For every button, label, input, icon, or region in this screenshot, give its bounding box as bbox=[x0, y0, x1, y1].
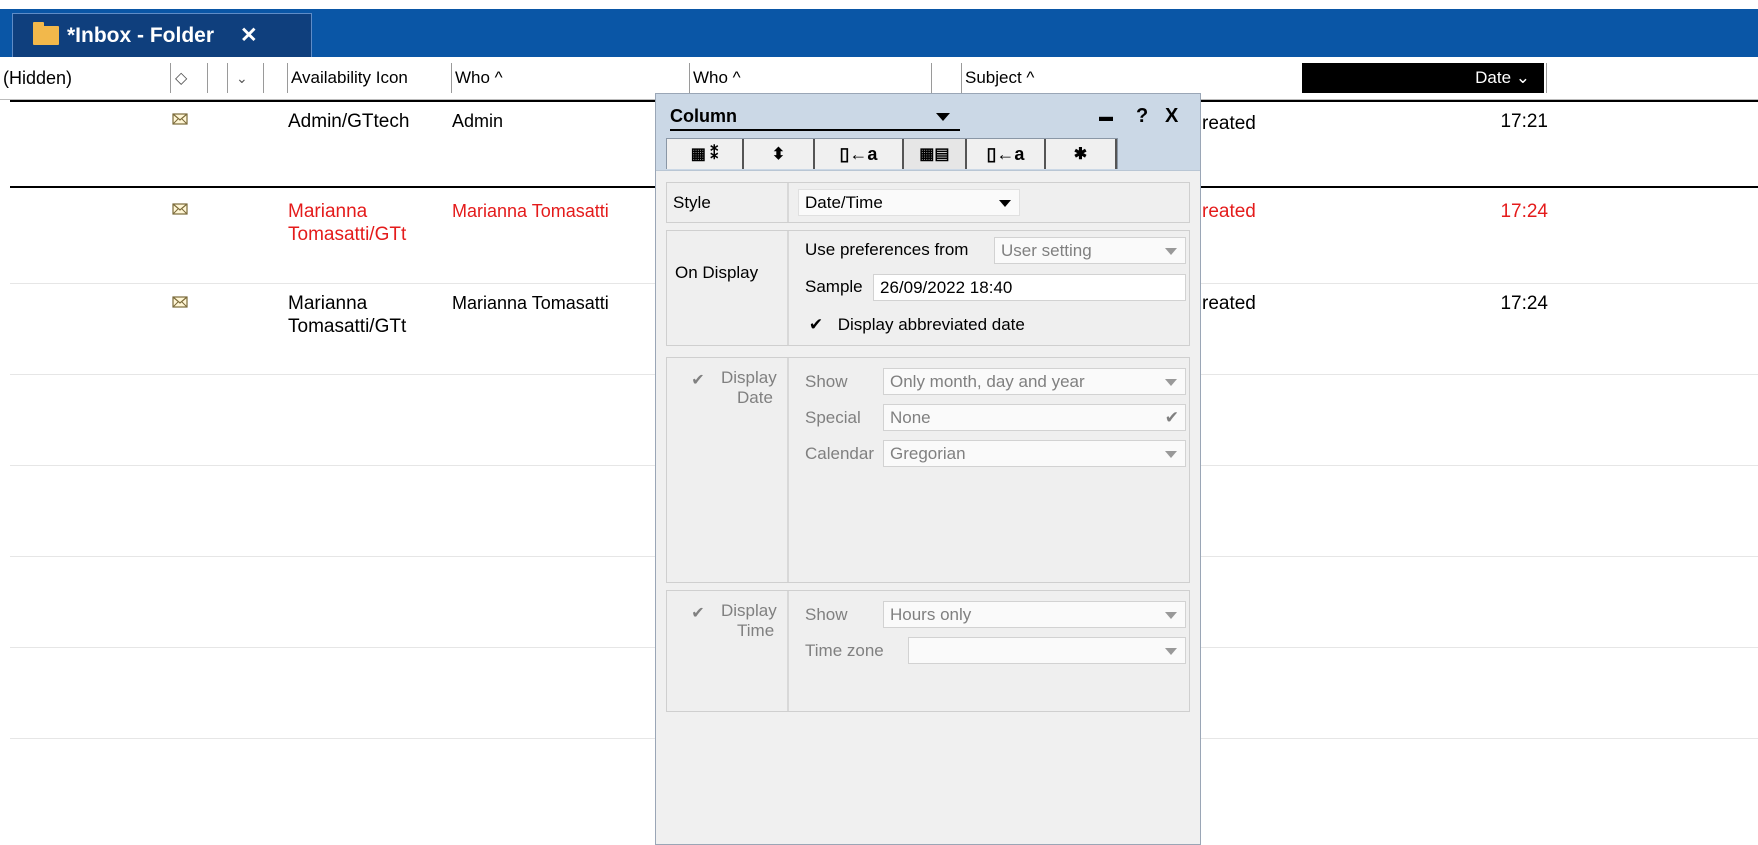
row-who-full: Admin/GTtech bbox=[288, 111, 410, 132]
envelope-icon bbox=[172, 296, 188, 308]
row-who-full: Marianna Tomasatti/GTt bbox=[288, 293, 407, 337]
row-date: 17:24 bbox=[1500, 293, 1548, 314]
chevron-down-icon bbox=[1165, 248, 1177, 255]
abbreviated-date-label: Display abbreviated date bbox=[837, 315, 1025, 334]
tab-advanced-icon[interactable]: ✱ bbox=[1046, 139, 1117, 169]
folder-icon bbox=[33, 22, 59, 45]
chevron-down-icon bbox=[1165, 612, 1177, 619]
display-time-checkbox[interactable]: ✔ bbox=[689, 603, 707, 623]
row-who-full: Marianna Tomasatti/GTt bbox=[288, 201, 407, 245]
checkmark-icon: ✔ bbox=[691, 372, 705, 389]
tab-title: *Inbox - Folder bbox=[67, 23, 214, 47]
style-label: Style bbox=[673, 193, 711, 212]
sort-icon[interactable]: ◇ bbox=[172, 57, 202, 99]
chevron-down-icon bbox=[1165, 379, 1177, 386]
special-value: None bbox=[890, 407, 931, 427]
row-subject: reated bbox=[1202, 293, 1256, 314]
special-select[interactable]: None ✔ bbox=[883, 404, 1186, 431]
envelope-icon bbox=[172, 203, 188, 215]
column-properties-dialog: Column ▬ ? X ▦ ⁑ ⬍ ▯←a ▦▤ ▯←a ✱ Style Da… bbox=[655, 93, 1201, 845]
row-subject: reated bbox=[1202, 113, 1256, 134]
column-header-date[interactable]: Date ⌄ bbox=[1302, 63, 1544, 93]
close-tab-icon[interactable]: ✕ bbox=[240, 23, 258, 48]
display-time-label-line1: Display bbox=[721, 601, 777, 620]
column-separator[interactable] bbox=[263, 63, 264, 93]
column-header-who[interactable]: Who ^ bbox=[452, 57, 682, 99]
show-time-label: Show bbox=[805, 605, 848, 624]
row-who-short: Marianna Tomasatti bbox=[452, 293, 609, 313]
envelope-icon bbox=[172, 113, 188, 125]
on-display-label-cell bbox=[667, 231, 789, 345]
show-date-label: Show bbox=[805, 372, 848, 391]
display-date-label-line1: Display bbox=[721, 368, 777, 387]
display-time-panel: ✔ Display Time Show Hours only Time zone bbox=[666, 590, 1190, 712]
row-subject: reated bbox=[1202, 201, 1256, 222]
chevron-down-icon bbox=[999, 200, 1011, 207]
show-date-select[interactable]: Only month, day and year bbox=[883, 368, 1186, 395]
tab-strip: *Inbox - Folder ✕ bbox=[0, 0, 1758, 57]
column-separator[interactable] bbox=[1546, 63, 1547, 93]
dialog-title: Column bbox=[670, 106, 737, 126]
column-separator[interactable] bbox=[207, 63, 208, 93]
calendar-label: Calendar bbox=[805, 444, 874, 463]
column-header-hidden[interactable]: (Hidden) bbox=[0, 57, 170, 99]
time-zone-label: Time zone bbox=[805, 641, 884, 660]
column-separator[interactable] bbox=[227, 63, 228, 93]
chevron-down-icon bbox=[1165, 648, 1177, 655]
display-date-checkbox[interactable]: ✔ bbox=[689, 370, 707, 390]
row-who-short: Admin bbox=[452, 111, 504, 131]
tab-sorting-icon[interactable]: ⬍ bbox=[744, 139, 816, 169]
display-date-label-line2: Date bbox=[737, 388, 773, 407]
sample-field: 26/09/2022 18:40 bbox=[873, 274, 1186, 301]
display-time-label-line2: Time bbox=[737, 621, 775, 640]
special-label: Special bbox=[805, 408, 861, 427]
chevron-down-icon bbox=[1165, 451, 1177, 458]
tab-title-font-icon[interactable]: ▯←a bbox=[967, 139, 1046, 169]
dialog-tabs: ▦ ⁑ ⬍ ▯←a ▦▤ ▯←a ✱ bbox=[666, 138, 1118, 169]
checkmark-icon: ✔ bbox=[1164, 408, 1179, 427]
tab-inbox-folder[interactable]: *Inbox - Folder ✕ bbox=[12, 13, 312, 57]
help-button[interactable]: ? bbox=[1136, 105, 1148, 128]
time-zone-select[interactable] bbox=[908, 637, 1186, 664]
minimize-icon[interactable]: ▬ bbox=[1099, 108, 1113, 124]
column-header-availability[interactable]: Availability Icon bbox=[288, 57, 448, 99]
style-panel: Style Date/Time bbox=[666, 182, 1190, 223]
chevron-down-icon[interactable] bbox=[936, 113, 950, 121]
tab-date-time-icon[interactable]: ▦▤ bbox=[903, 139, 967, 169]
checkmark-icon: ✔ bbox=[691, 605, 705, 622]
row-who-short: Marianna Tomasatti bbox=[452, 201, 609, 221]
show-date-value: Only month, day and year bbox=[890, 371, 1085, 391]
row-date: 17:21 bbox=[1500, 111, 1548, 132]
checkmark-icon: ✔ bbox=[808, 315, 824, 334]
chevron-down-icon[interactable]: ⌄ bbox=[233, 57, 263, 99]
calendar-value: Gregorian bbox=[890, 443, 966, 463]
use-preferences-label: Use preferences from bbox=[805, 240, 969, 259]
tab-font-icon[interactable]: ▯←a bbox=[815, 139, 904, 169]
dialog-section-selector[interactable]: Column bbox=[670, 106, 960, 131]
show-time-value: Hours only bbox=[890, 604, 972, 624]
sample-value: 26/09/2022 18:40 bbox=[880, 277, 1013, 297]
use-preferences-value: User setting bbox=[1001, 240, 1092, 260]
style-select-value: Date/Time bbox=[805, 192, 883, 212]
dialog-header: Column ▬ ? X ▦ ⁑ ⬍ ▯←a ▦▤ ▯←a ✱ bbox=[656, 94, 1200, 171]
use-preferences-select[interactable]: User setting bbox=[994, 237, 1186, 264]
on-display-label: On Display bbox=[675, 263, 759, 282]
abbreviated-date-checkbox[interactable]: ✔ Display abbreviated date bbox=[807, 315, 1025, 335]
column-separator[interactable] bbox=[931, 63, 932, 93]
show-time-select[interactable]: Hours only bbox=[883, 601, 1186, 628]
close-dialog-button[interactable]: X bbox=[1165, 105, 1178, 128]
column-separator[interactable] bbox=[170, 63, 171, 93]
row-date: 17:24 bbox=[1500, 201, 1548, 222]
calendar-select[interactable]: Gregorian bbox=[883, 440, 1186, 467]
sample-label: Sample bbox=[805, 277, 863, 296]
style-select[interactable]: Date/Time bbox=[798, 189, 1020, 216]
tab-basics-icon[interactable]: ▦ ⁑ bbox=[667, 139, 744, 169]
display-date-panel: ✔ Display Date Show Only month, day and … bbox=[666, 357, 1190, 583]
on-display-panel: On Display Use preferences from User set… bbox=[666, 230, 1190, 346]
